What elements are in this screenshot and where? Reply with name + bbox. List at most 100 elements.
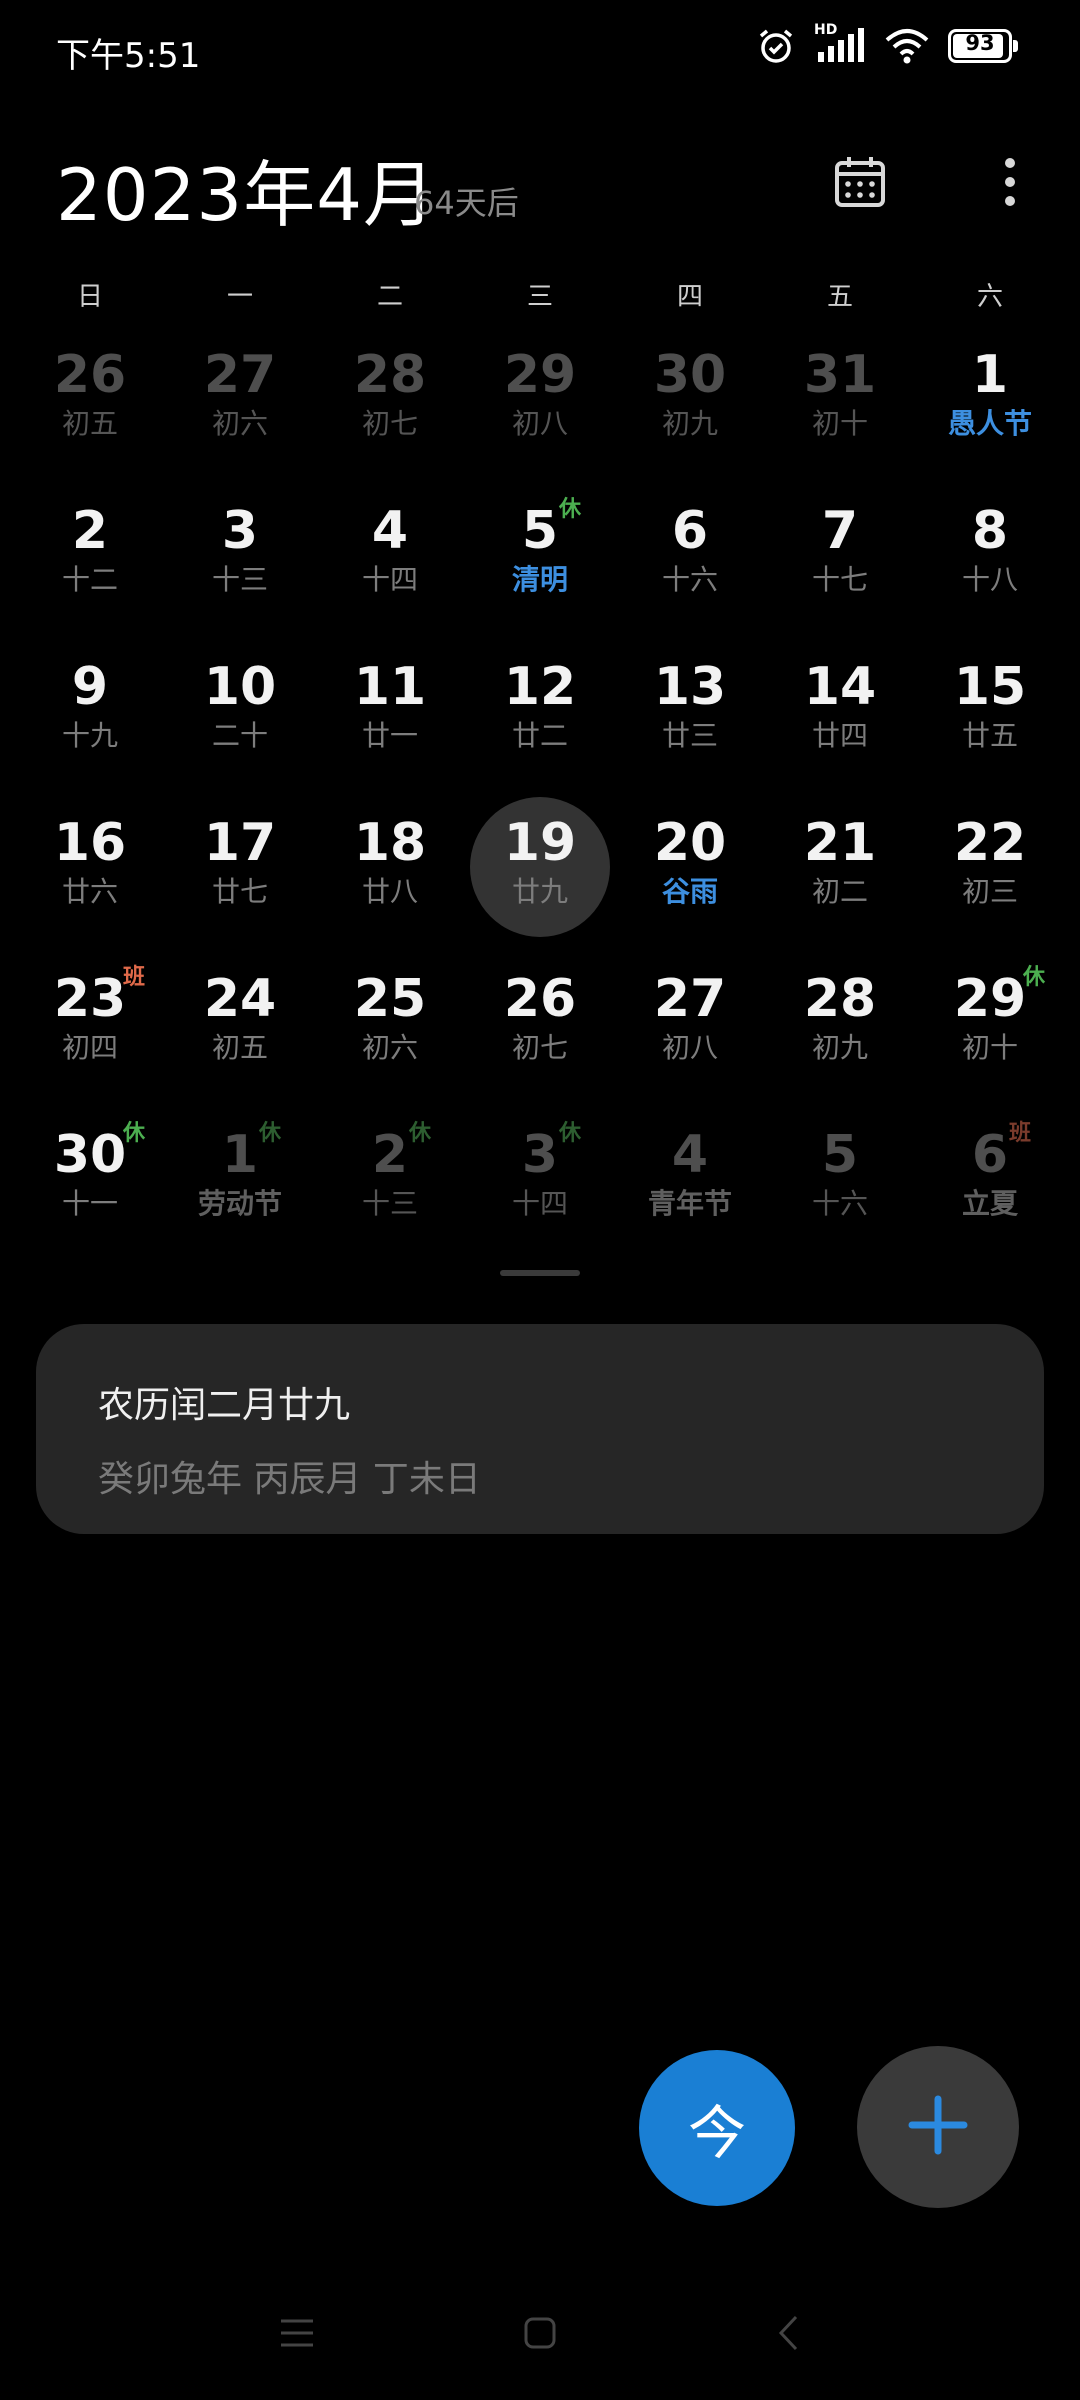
day-cell[interactable]: 5 十六: [765, 1115, 915, 1271]
day-cell[interactable]: 20 谷雨: [615, 803, 765, 959]
month-title[interactable]: 2023年4月: [56, 136, 436, 241]
lunar-day-label: 初六: [361, 1031, 418, 1064]
day-cell[interactable]: 15 廿五: [915, 647, 1065, 803]
day-number: 19: [503, 813, 577, 873]
week-row: 9 十九 10 二十 11 廿一 12 廿二 13 廿三 14 廿四 15 廿五: [15, 647, 1065, 803]
day-cell-selected[interactable]: 19 廿九: [465, 797, 615, 959]
drag-handle[interactable]: [500, 1270, 580, 1276]
day-cell[interactable]: 10 二十: [165, 647, 315, 803]
day-cell[interactable]: 14 廿四: [765, 647, 915, 803]
status-icons: HD 93: [756, 22, 1018, 66]
day-cell[interactable]: 3 十四 休: [465, 1115, 615, 1271]
weekday-tuesday: 二: [376, 282, 403, 312]
day-cell[interactable]: 5 清明 休: [465, 491, 615, 647]
day-number: 18: [353, 813, 427, 873]
plus-icon: [906, 2093, 970, 2161]
lunar-day-label: 十二: [61, 563, 118, 596]
workday-badge: 班: [1009, 1121, 1032, 1146]
rest-day-badge: 休: [559, 497, 582, 522]
day-cell[interactable]: 30 十一 休: [15, 1115, 165, 1271]
day-number: 4: [371, 501, 409, 561]
day-cell[interactable]: 22 初三: [915, 803, 1065, 959]
day-cell[interactable]: 26 初七: [465, 959, 615, 1115]
day-cell[interactable]: 28 初九: [765, 959, 915, 1115]
day-number: 28: [353, 345, 427, 405]
day-number: 24: [203, 969, 277, 1029]
day-cell[interactable]: 28 初七: [315, 335, 465, 491]
holiday-label: 立夏: [961, 1187, 1018, 1220]
more-options-button[interactable]: [980, 144, 1040, 224]
lunar-day-label: 初八: [661, 1031, 718, 1064]
back-chevron-icon: [776, 2314, 800, 2356]
day-cell[interactable]: 1 劳动节 休: [165, 1115, 315, 1271]
day-cell[interactable]: 29 初十 休: [915, 959, 1065, 1115]
day-number: 12: [503, 657, 577, 717]
lunar-day-label: 初五: [61, 407, 118, 440]
workday-badge: 班: [123, 965, 146, 990]
day-number: 26: [503, 969, 577, 1029]
day-cell[interactable]: 16 廿六: [15, 803, 165, 959]
lunar-day-label: 廿八: [361, 875, 418, 908]
day-cell[interactable]: 18 廿八: [315, 803, 465, 959]
ganzhi-date: 癸卯兔年 丙辰月 丁未日: [98, 1459, 481, 1500]
day-cell[interactable]: 27 初六: [165, 335, 315, 491]
nav-home-button[interactable]: [510, 2310, 570, 2360]
day-cell[interactable]: 21 初二: [765, 803, 915, 959]
day-number: 30: [653, 345, 727, 405]
day-number: 11: [353, 657, 427, 717]
lunar-day-label: 初五: [211, 1031, 268, 1064]
day-cell[interactable]: 6 立夏 班: [915, 1115, 1065, 1271]
holiday-label: 愚人节: [947, 407, 1032, 440]
day-number: 17: [203, 813, 277, 873]
lunar-day-label: 初十: [811, 407, 868, 440]
day-cell[interactable]: 24 初五: [165, 959, 315, 1115]
month-grid: 26 初五 27 初六 28 初七 29 初八 30 初九 31 初十 1 愚人节 2 十二 3 十三 4 十四 5 清明…: [15, 335, 1065, 1271]
day-number: 3: [521, 1125, 559, 1185]
day-number: 20: [653, 813, 727, 873]
day-cell[interactable]: 30 初九: [615, 335, 765, 491]
lunar-day-label: 初六: [211, 407, 268, 440]
weekday-sunday: 日: [76, 282, 103, 312]
lunar-day-label: 十六: [811, 1187, 868, 1220]
status-bar: 下午5:51 HD 93: [0, 0, 1080, 100]
day-cell[interactable]: 31 初十: [765, 335, 915, 491]
week-row: 30 十一休 1 劳动节休 2 十三休 3 十四休 4 青年节 5 十六 6 立夏班: [15, 1115, 1065, 1271]
lunar-day-label: 廿六: [61, 875, 118, 908]
lunar-day-label: 廿三: [661, 719, 718, 752]
day-cell[interactable]: 4 十四: [315, 491, 465, 647]
nav-back-button[interactable]: [758, 2310, 818, 2360]
day-cell[interactable]: 17 廿七: [165, 803, 315, 959]
more-vertical-icon: [1003, 156, 1017, 212]
day-cell[interactable]: 2 十三 休: [315, 1115, 465, 1271]
add-event-button[interactable]: [857, 2046, 1019, 2208]
lunar-day-label: 初八: [511, 407, 568, 440]
day-cell[interactable]: 7 十七: [765, 491, 915, 647]
today-button[interactable]: 今: [639, 2050, 795, 2206]
day-cell[interactable]: 26 初五: [15, 335, 165, 491]
day-cell[interactable]: 11 廿一: [315, 647, 465, 803]
day-cell[interactable]: 23 初四 班: [15, 959, 165, 1115]
day-cell[interactable]: 8 十八: [915, 491, 1065, 647]
day-number: 5: [821, 1125, 859, 1185]
day-number: 7: [821, 501, 859, 561]
lunar-info-card[interactable]: 农历闰二月廿九 癸卯兔年 丙辰月 丁未日: [36, 1324, 1044, 1534]
lunar-day-label: 十四: [511, 1187, 568, 1220]
day-cell[interactable]: 4 青年节: [615, 1115, 765, 1271]
day-cell[interactable]: 29 初八: [465, 335, 615, 491]
day-cell[interactable]: 12 廿二: [465, 647, 615, 803]
day-cell[interactable]: 25 初六: [315, 959, 465, 1115]
week-row: 26 初五 27 初六 28 初七 29 初八 30 初九 31 初十 1 愚人节: [15, 335, 1065, 491]
holiday-label: 清明: [511, 563, 568, 596]
day-cell[interactable]: 1 愚人节: [915, 335, 1065, 491]
day-cell[interactable]: 6 十六: [615, 491, 765, 647]
day-cell[interactable]: 2 十二: [15, 491, 165, 647]
lunar-day-label: 初七: [361, 407, 418, 440]
nav-menu-button[interactable]: [267, 2310, 327, 2360]
day-cell[interactable]: 9 十九: [15, 647, 165, 803]
day-cell[interactable]: 27 初八: [615, 959, 765, 1115]
day-cell[interactable]: 3 十三: [165, 491, 315, 647]
lunar-day-label: 廿七: [211, 875, 268, 908]
calendar-view-button[interactable]: [820, 144, 900, 224]
lunar-day-label: 十四: [361, 563, 418, 596]
day-cell[interactable]: 13 廿三: [615, 647, 765, 803]
